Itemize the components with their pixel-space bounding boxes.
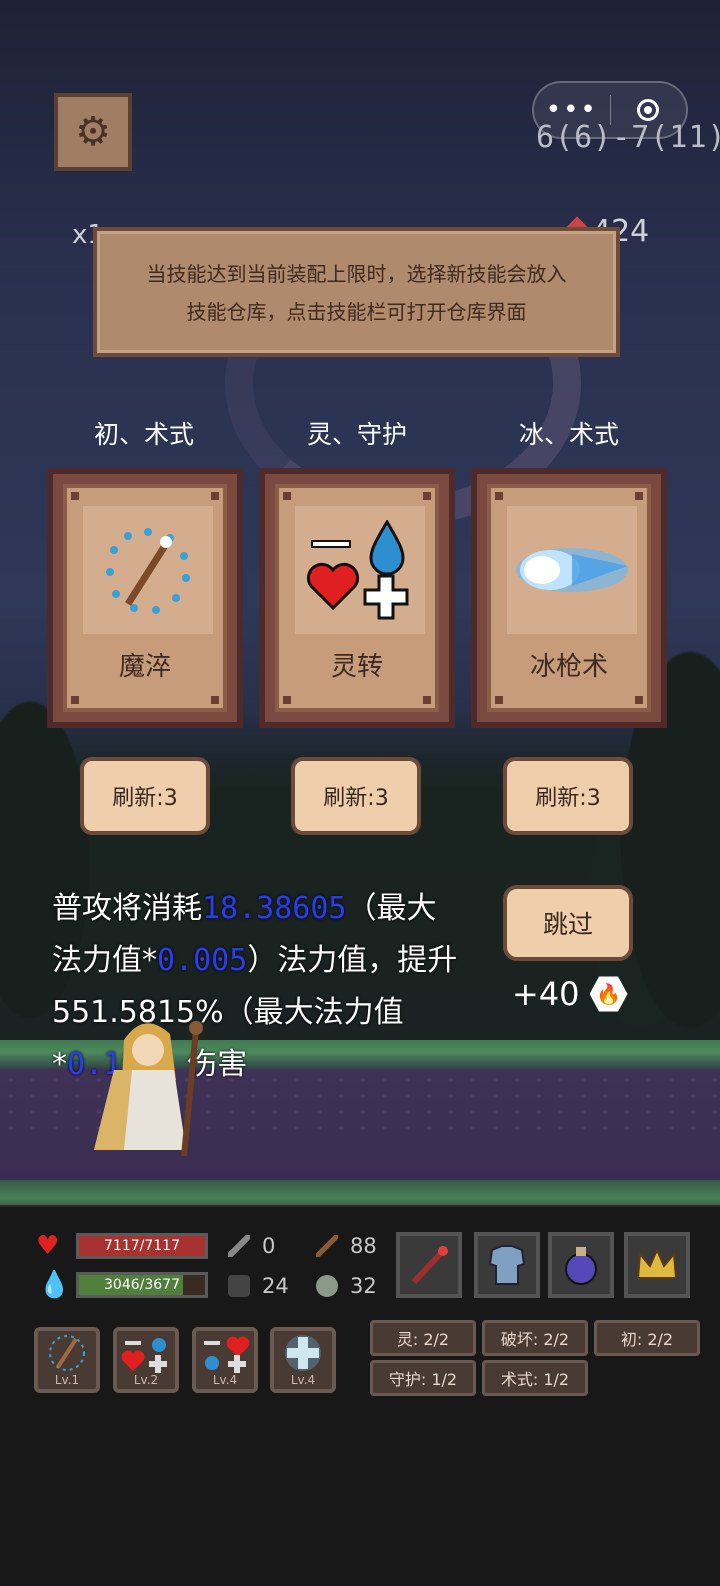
equip-slot-potion[interactable] — [548, 1232, 614, 1298]
skill-card-3[interactable]: 冰枪术 — [471, 468, 667, 728]
resist-stat: 32 — [316, 1274, 377, 1298]
heart-icon: ♥ — [36, 1231, 60, 1261]
mana-heal-icon — [121, 1338, 167, 1373]
mp-text: 3046/3677 — [104, 1277, 180, 1293]
skill-card-2[interactable]: 灵转 — [259, 468, 455, 728]
bonus-value: +40 — [512, 975, 580, 1013]
hint-tooltip: 当技能达到当前装配上限时，选择新技能会放入 技能仓库，点击技能栏可打开仓库界面 — [93, 227, 620, 357]
card-type-2: 灵、守护 — [306, 420, 407, 449]
card-type-1: 初、术式 — [93, 420, 194, 449]
mana-drop-icon: 💧 — [38, 1270, 71, 1300]
magic-value: 88 — [350, 1234, 377, 1258]
equip-slot-crown[interactable] — [624, 1232, 690, 1298]
heal-cross-icon — [285, 1335, 321, 1371]
skip-bonus: +40 🔥 — [512, 975, 628, 1013]
wand-icon — [316, 1235, 338, 1257]
stage-indicator: 6(6)-7(11) — [536, 120, 720, 155]
armor-icon — [488, 1245, 526, 1285]
skill-slot-2[interactable]: Lv.2 — [113, 1327, 179, 1393]
card-name-3: 冰枪术 — [529, 652, 608, 682]
synergy-tag-5[interactable]: 术式: 1/2 — [482, 1360, 588, 1396]
skill-card-1[interactable]: 魔淬 — [47, 468, 243, 728]
synergy-tag-4[interactable]: 守护: 1/2 — [370, 1360, 476, 1396]
settings-button[interactable]: ⚙ — [54, 93, 132, 171]
crown-icon — [636, 1247, 678, 1279]
skill-slot-level-2: Lv.2 — [133, 1373, 159, 1387]
card-name-1: 魔淬 — [118, 652, 171, 682]
record-icon — [637, 99, 660, 121]
mana-heal-icon — [295, 506, 425, 634]
ice-lance-icon — [507, 506, 637, 634]
refresh-button-3[interactable]: 刷新:3 — [503, 757, 633, 835]
sword-icon — [228, 1235, 250, 1257]
hp-text: 7117/7117 — [104, 1238, 180, 1254]
orb-icon — [316, 1275, 338, 1297]
defense-stat: 24 — [228, 1274, 289, 1298]
synergy-tag-3[interactable]: 初: 2/2 — [594, 1320, 700, 1356]
magic-stat: 88 — [316, 1234, 377, 1258]
fire-icon: 🔥 — [589, 976, 628, 1012]
gear-icon: ⚙ — [75, 109, 111, 155]
staff-icon — [411, 1246, 448, 1285]
attack-value: 0 — [262, 1234, 276, 1258]
refresh-button-2[interactable]: 刷新:3 — [291, 757, 421, 835]
player-character — [84, 1010, 214, 1160]
card-name-2: 灵转 — [330, 652, 383, 682]
synergy-tag-1[interactable]: 灵: 2/2 — [370, 1320, 476, 1356]
skill-slot-level-4: Lv.4 — [290, 1373, 316, 1387]
skill-slot-level-1: Lv.1 — [54, 1373, 80, 1387]
skill-slot-3[interactable]: Lv.4 — [192, 1327, 258, 1393]
refresh-button-1[interactable]: 刷新:3 — [80, 757, 210, 835]
hint-line-1: 当技能达到当前装配上限时，选择新技能会放入 — [146, 262, 567, 286]
mana-heal-icon — [204, 1336, 250, 1373]
defense-value: 24 — [262, 1274, 289, 1298]
cost-value: 18.38605 — [202, 891, 347, 926]
skill-slot-1[interactable]: Lv.1 — [34, 1327, 100, 1393]
skill-slot-4[interactable]: Lv.4 — [270, 1327, 336, 1393]
skill-slot-level-3: Lv.4 — [212, 1373, 238, 1387]
card-type-3: 冰、术式 — [518, 420, 619, 449]
chest-armor-icon — [228, 1275, 250, 1297]
equip-slot-armor[interactable] — [474, 1232, 540, 1298]
hint-line-2: 技能仓库，点击技能栏可打开仓库界面 — [186, 300, 527, 324]
cost-ratio: 0.005 — [157, 943, 248, 978]
potion-icon — [565, 1247, 597, 1285]
mp-bar: 3046/3677 — [76, 1272, 208, 1298]
resist-value: 32 — [350, 1274, 377, 1298]
skip-button[interactable]: 跳过 — [503, 885, 633, 961]
hp-bar: 7117/7117 — [76, 1233, 208, 1259]
equip-slot-weapon[interactable] — [396, 1232, 462, 1298]
staff-water-circle-icon — [83, 506, 213, 634]
synergy-tag-2[interactable]: 破坏: 2/2 — [482, 1320, 588, 1356]
close-program-button[interactable] — [611, 99, 687, 121]
staff-water-circle-icon — [49, 1335, 85, 1371]
attack-stat: 0 — [228, 1234, 275, 1258]
